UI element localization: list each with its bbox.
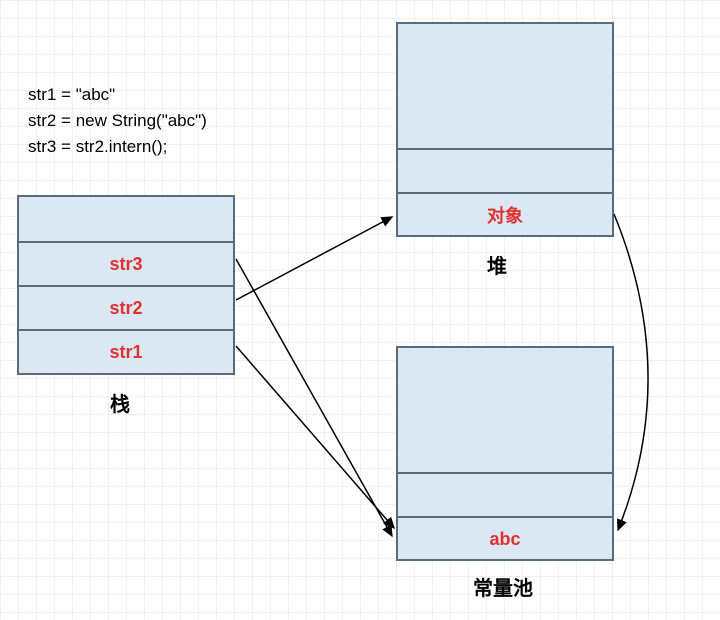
pool-box: abc	[396, 346, 614, 561]
stack-row-str2: str2	[19, 285, 233, 329]
arrow-str2-to-heap	[236, 217, 392, 300]
pool-label: 常量池	[473, 572, 533, 601]
pool-row-0	[398, 348, 612, 472]
stack-row-str3: str3	[19, 241, 233, 285]
heap-row-1	[398, 148, 612, 192]
code-block: str1 = "abc" str2 = new String("abc") st…	[28, 82, 207, 160]
heap-row-0	[398, 24, 612, 148]
stack-label: 栈	[110, 388, 130, 417]
pool-row-1	[398, 472, 612, 516]
code-line-2: str2 = new String("abc")	[28, 108, 207, 134]
stack-box: str3 str2 str1	[17, 195, 235, 375]
arrow-str3-to-pool	[236, 259, 392, 536]
code-line-1: str1 = "abc"	[28, 82, 207, 108]
stack-row-str1: str1	[19, 329, 233, 373]
arrow-str1-to-pool	[236, 346, 394, 528]
heap-label: 堆	[487, 250, 507, 279]
heap-box: 对象	[396, 22, 614, 237]
pool-row-abc: abc	[398, 516, 612, 560]
code-line-3: str3 = str2.intern();	[28, 134, 207, 160]
stack-row-empty	[19, 197, 233, 241]
arrow-heap-to-pool	[614, 214, 648, 530]
heap-row-object: 对象	[398, 192, 612, 236]
